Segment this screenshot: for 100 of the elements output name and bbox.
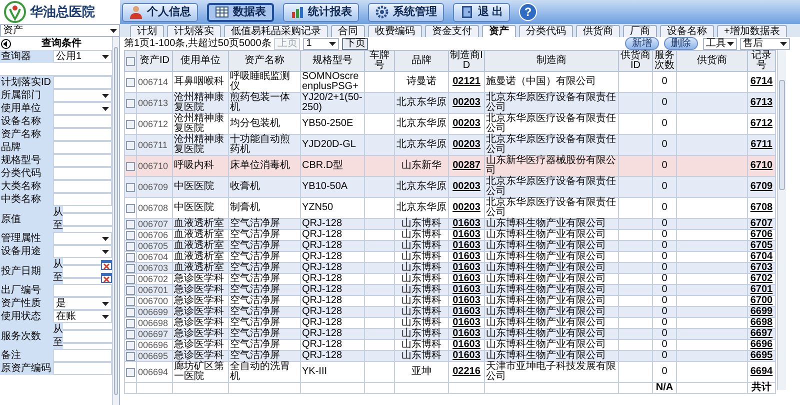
checkbox[interactable] — [126, 140, 135, 150]
range-label: 至 — [53, 219, 63, 232]
table-row[interactable]: 006701 急诊医学科 空气洁净屏 QRJ-128 山东博科 01603 山东博科生物产业有限公司 0 6701 — [124, 284, 776, 296]
input-field[interactable] — [53, 349, 112, 362]
door-icon — [460, 5, 474, 19]
checkbox[interactable] — [126, 242, 135, 250]
select-field[interactable] — [53, 89, 112, 102]
table-row[interactable]: 006699 急诊医学科 空气洁净屏 QRJ-128 山东博科 01603 山东博科生物产业有限公司 0 6699 — [124, 306, 776, 318]
table-row[interactable]: 006704 血液透析室 空气洁净屏 QRJ-128 山东博科 01603 山东博科生物产业有限公司 0 6704 — [124, 252, 776, 262]
nav-button[interactable]: 个人信息 — [122, 2, 198, 22]
table-row[interactable]: 006707 血液透析室 空气洁净屏 QRJ-128 山东博科 01603 山东博科生物产业有限公司 0 6707 — [124, 218, 776, 230]
help-button[interactable]: ? — [519, 3, 538, 21]
tab[interactable]: +增加数据表 — [717, 25, 787, 37]
footer-cell: 共计 — [748, 382, 776, 394]
caret-icon — [329, 42, 336, 46]
add-button[interactable]: 新增 — [625, 37, 659, 50]
field-label: 大类名称 — [0, 180, 53, 193]
input-field[interactable] — [53, 193, 112, 206]
table-row[interactable]: 006697 急诊医学科 空气洁净屏 QRJ-128 山东博科 01603 山东博科生物产业有限公司 0 6697 — [124, 328, 776, 340]
nav-button[interactable]: 数据表 — [207, 2, 274, 22]
checkbox[interactable] — [126, 296, 135, 306]
table-select[interactable]: 资产 — [0, 24, 120, 37]
checkbox[interactable] — [126, 220, 135, 228]
caret-icon — [102, 236, 109, 240]
checkbox[interactable] — [126, 204, 135, 212]
range-label: 从 — [53, 258, 63, 271]
tab[interactable]: 资产 — [482, 25, 516, 37]
input-field[interactable] — [53, 115, 112, 128]
checkbox[interactable] — [126, 120, 135, 128]
table-row[interactable]: 006698 急诊医学科 空气洁净屏 QRJ-128 山东博科 01603 山东博科生物产业有限公司 0 6698 — [124, 318, 776, 328]
table-row[interactable]: 006702 急诊医学科 空气洁净屏 QRJ-128 山东博科 01603 山东博科生物产业有限公司 0 6702 — [124, 274, 776, 284]
tab[interactable]: 低值易耗品采购记录 — [224, 25, 328, 37]
tab[interactable]: 厂商 — [623, 25, 657, 37]
checkbox[interactable] — [126, 252, 135, 262]
nav-button[interactable]: 系统管理 — [368, 2, 444, 22]
field-label: 计划落实ID — [0, 76, 53, 89]
field-label: 中类名称 — [0, 193, 53, 206]
table-row[interactable]: 006705 血液透析室 空气洁净屏 QRJ-128 山东博科 01603 山东博科生物产业有限公司 0 6705 — [124, 240, 776, 252]
checkbox[interactable] — [126, 274, 135, 284]
tab[interactable]: 资金支付 — [425, 25, 479, 37]
table-row[interactable]: 006695 急诊医学科 空气洁净屏 QRJ-128 山东博科 01603 山东博科生物产业有限公司 0 6695 — [124, 350, 776, 362]
field-label: 资产性质 — [0, 297, 53, 310]
checkbox[interactable] — [126, 318, 135, 328]
input-field[interactable] — [53, 76, 112, 89]
tab[interactable]: 分类代码 — [519, 25, 573, 37]
checkbox[interactable] — [126, 286, 135, 294]
field-label: 资产名称 — [0, 128, 53, 141]
tab[interactable]: 计划 — [130, 25, 164, 37]
checkbox[interactable] — [126, 330, 135, 338]
panel-title: 查询条件 — [40, 38, 82, 50]
caret-icon — [102, 94, 109, 98]
select-field[interactable]: 公用1 — [53, 50, 112, 63]
input-field[interactable] — [53, 180, 112, 193]
tab[interactable]: 合同 — [331, 25, 365, 37]
hospital-name: 华油总医院 — [30, 3, 95, 22]
input-field[interactable] — [53, 284, 112, 297]
select-field[interactable]: 在账 — [53, 310, 112, 323]
after-sales-select[interactable]: 售后 — [740, 38, 790, 50]
tab[interactable]: 收费编码 — [368, 25, 422, 37]
range-label: 至 — [53, 336, 63, 349]
caret-icon — [110, 28, 117, 32]
select-field[interactable] — [53, 245, 112, 258]
table-row[interactable]: 006706 血液透析室 空气洁净屏 QRJ-128 山东博科 01603 山东博科生物产业有限公司 0 6706 — [124, 230, 776, 240]
tab[interactable]: 供货商 — [576, 25, 620, 37]
next-page-button[interactable]: 下页 — [342, 38, 368, 50]
checkbox[interactable] — [126, 264, 135, 272]
calendar-icon — [101, 259, 112, 270]
checkbox[interactable] — [126, 368, 135, 376]
checkbox[interactable] — [126, 56, 135, 66]
select-field[interactable]: 是 — [53, 297, 112, 310]
input-field[interactable] — [53, 128, 112, 141]
range-label: 从 — [53, 323, 63, 336]
input-field[interactable] — [53, 154, 112, 167]
select-field[interactable] — [53, 102, 112, 115]
checkbox[interactable] — [126, 230, 135, 240]
tab[interactable]: 计划落实 — [167, 25, 221, 37]
select-field[interactable] — [53, 232, 112, 245]
table-row[interactable]: 006700 急诊医学科 空气洁净屏 QRJ-128 山东博科 01603 山东博科生物产业有限公司 0 6700 — [124, 296, 776, 306]
person-icon — [129, 5, 143, 19]
tab[interactable]: 设备名称 — [660, 25, 714, 37]
tools-select[interactable]: 工具 — [703, 38, 737, 50]
field-label: 投产日期 — [0, 258, 53, 284]
checkbox[interactable] — [126, 308, 135, 316]
input-field[interactable] — [53, 167, 112, 180]
checkbox[interactable] — [126, 182, 135, 192]
nav-button[interactable]: 退 出 — [453, 2, 510, 22]
delete-button[interactable]: 删除 — [664, 37, 698, 50]
field-label: 服务次数 — [0, 323, 53, 349]
checkbox[interactable] — [126, 98, 135, 108]
nav-button[interactable]: 统计报表 — [283, 2, 359, 22]
checkbox[interactable] — [126, 162, 135, 170]
caret-icon — [727, 42, 734, 46]
page-select[interactable]: 1 — [303, 38, 340, 50]
table-row[interactable]: 006703 血液透析室 空气洁净屏 QRJ-128 山东博科 01603 山东博科生物产业有限公司 0 6703 — [124, 262, 776, 274]
input-field[interactable] — [53, 141, 112, 154]
checkbox[interactable] — [126, 340, 135, 350]
checkbox[interactable] — [126, 78, 135, 86]
table-row[interactable]: 006696 急诊医学科 空气洁净屏 QRJ-128 山东博科 01603 山东博科生物产业有限公司 0 6696 — [124, 340, 776, 350]
checkbox[interactable] — [126, 352, 135, 360]
input-field[interactable] — [53, 362, 112, 375]
